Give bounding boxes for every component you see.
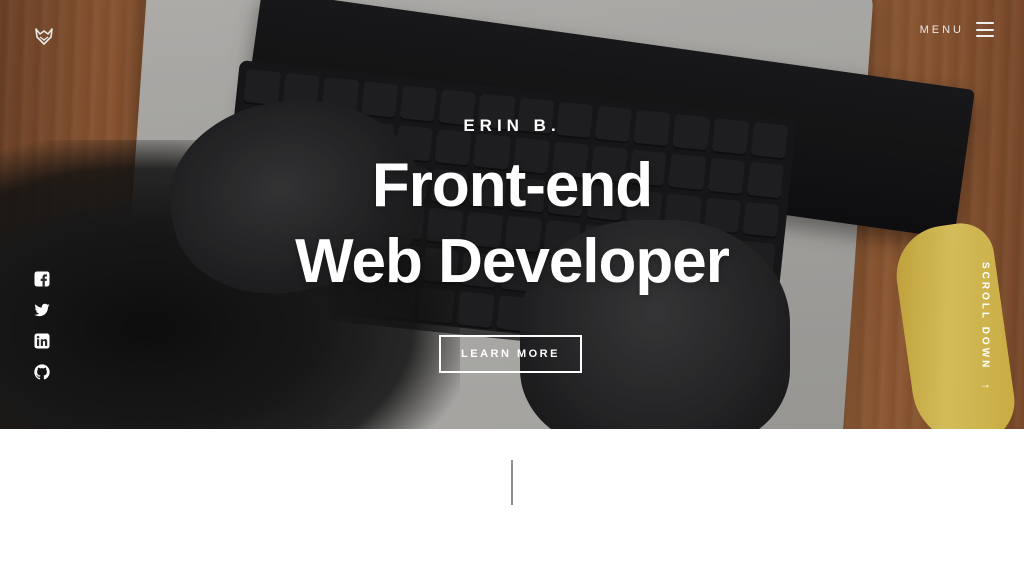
scroll-down-label: SCROLL DOWN xyxy=(979,262,991,371)
hamburger-icon xyxy=(976,22,994,37)
facebook-icon[interactable] xyxy=(34,271,50,287)
linkedin-svg xyxy=(34,333,50,349)
menu-label: MENU xyxy=(919,23,964,36)
github-icon[interactable] xyxy=(34,364,50,380)
hero-title-line-2: Web Developer xyxy=(295,227,730,296)
linkedin-icon[interactable] xyxy=(34,333,50,349)
twitter-svg xyxy=(34,303,50,317)
learn-more-button[interactable]: LEARN MORE xyxy=(439,335,582,373)
hero-title-line-1: Front-end xyxy=(371,151,653,220)
twitter-icon[interactable] xyxy=(34,302,50,318)
fox-logo-svg xyxy=(35,28,53,45)
section-divider xyxy=(511,460,513,505)
developer-name: ERIN B. xyxy=(463,116,561,135)
arrow-right-icon: → xyxy=(979,377,991,392)
facebook-svg xyxy=(34,271,50,287)
fox-logo-icon[interactable] xyxy=(34,26,54,46)
menu-toggle[interactable]: MENU xyxy=(920,22,994,37)
scroll-down-link[interactable]: SCROLL DOWN → xyxy=(977,262,993,392)
github-svg xyxy=(34,364,50,380)
social-links xyxy=(34,271,50,380)
